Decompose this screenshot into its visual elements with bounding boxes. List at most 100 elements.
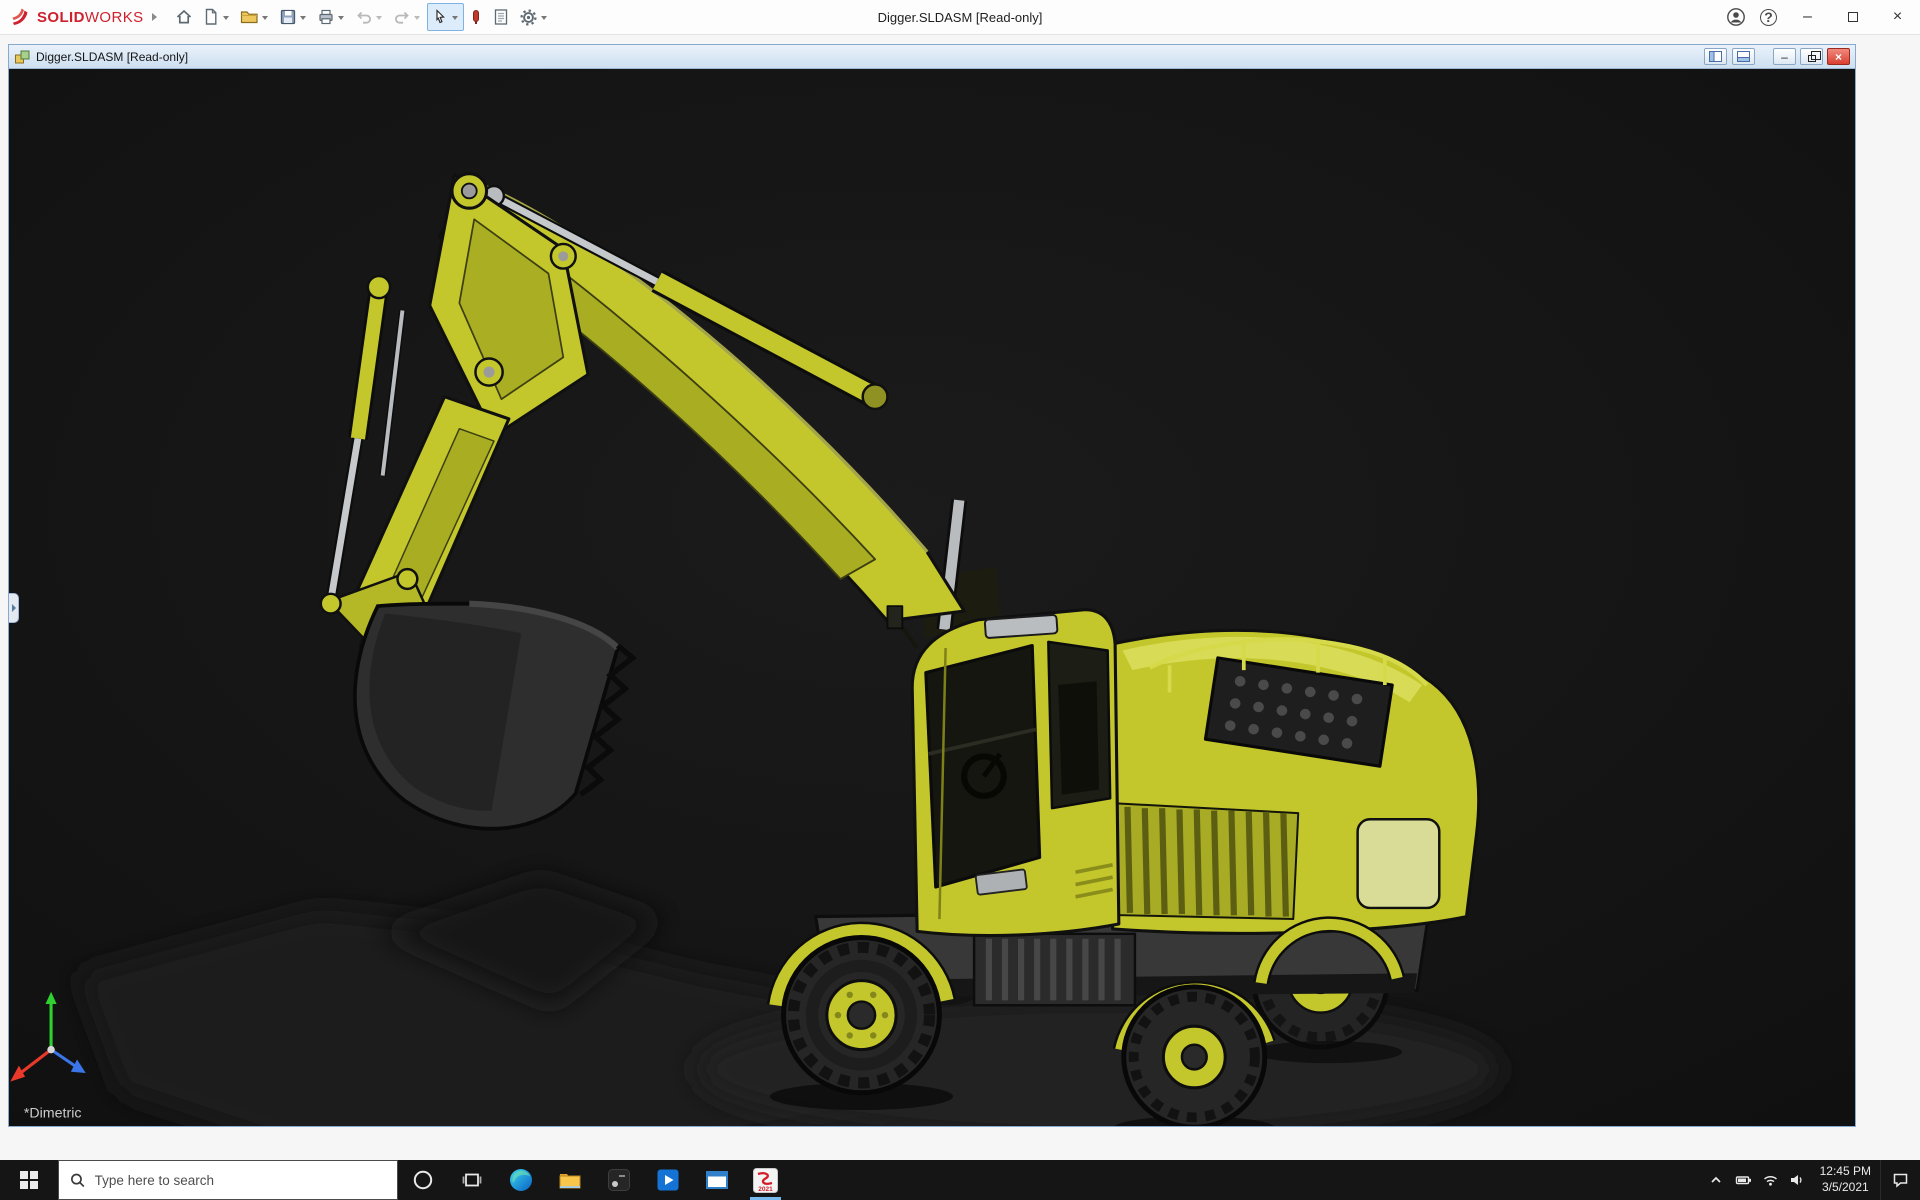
volume-control	[1784, 1160, 1811, 1200]
print-dropdown[interactable]	[338, 16, 344, 20]
action-center-button[interactable]	[1880, 1160, 1920, 1200]
graphics-viewport[interactable]: *Dimetric	[9, 69, 1855, 1126]
clock-time: 12:45 PM	[1820, 1164, 1871, 1180]
print-button[interactable]	[313, 3, 350, 31]
open-button[interactable]	[236, 3, 274, 31]
options-button[interactable]	[515, 3, 553, 31]
mdi-area: Digger.SLDASM [Read-only]	[0, 35, 1920, 1160]
restore-icon	[1808, 55, 1816, 62]
minimize-button[interactable]: –	[1785, 0, 1830, 34]
document-close-button[interactable]: ×	[1827, 48, 1850, 65]
document-titlebar[interactable]: Digger.SLDASM [Read-only]	[9, 45, 1855, 69]
window-app-icon	[704, 1167, 730, 1193]
dark-app-button[interactable]	[594, 1160, 643, 1200]
search-input[interactable]	[95, 1173, 386, 1188]
excavator-3d-model[interactable]: *Dimetric	[9, 69, 1855, 1126]
help-icon: ?	[1760, 9, 1777, 26]
media-app-button[interactable]	[643, 1160, 692, 1200]
redo-button[interactable]	[389, 3, 426, 31]
solidworks-badge: 2021	[758, 1186, 773, 1193]
document-title: Digger.SLDASM [Read-only]	[36, 50, 188, 64]
engine-compartment[interactable]	[1068, 630, 1479, 933]
taskbar-clock[interactable]: 12:45 PM 3/5/2021	[1811, 1160, 1880, 1200]
select-tool-dropdown[interactable]	[452, 16, 458, 20]
document-window: Digger.SLDASM [Read-only]	[8, 44, 1856, 1127]
quick-access-toolbar	[171, 3, 553, 31]
account-button[interactable]	[1719, 0, 1752, 34]
pane-buttons	[1704, 48, 1755, 65]
brand-works: WORKS	[85, 9, 144, 26]
options-dropdown[interactable]	[541, 16, 547, 20]
file-properties-button[interactable]	[488, 3, 514, 31]
file-properties-icon	[492, 8, 510, 26]
mirror	[887, 606, 902, 628]
view-orientation-label: *Dimetric	[24, 1105, 82, 1121]
battery-icon	[1735, 1173, 1752, 1187]
toolbar-expand-arrow-icon[interactable]	[152, 13, 157, 21]
task-view-icon	[461, 1169, 483, 1191]
home-icon	[175, 8, 193, 26]
flyout-arrow-icon	[12, 604, 16, 612]
solidworks-logo[interactable]: SOLIDWORKS	[0, 6, 148, 28]
document-minimize-button[interactable]: –	[1773, 48, 1796, 65]
left-pane-button[interactable]	[1704, 48, 1727, 65]
titlebar-right-controls: ? – ×	[1719, 0, 1920, 34]
maximize-icon	[1848, 12, 1858, 22]
undo-dropdown[interactable]	[376, 16, 382, 20]
save-button[interactable]	[275, 3, 312, 31]
media-app-icon	[655, 1167, 681, 1193]
touch-pen-button[interactable]	[465, 3, 487, 31]
solidworks-taskbar-button[interactable]: 2021	[741, 1160, 790, 1200]
save-dropdown[interactable]	[300, 16, 306, 20]
left-pane-icon	[1709, 51, 1722, 62]
wheel-rear-near[interactable]	[1124, 987, 1265, 1126]
new-document-dropdown[interactable]	[223, 16, 229, 20]
select-tool-button[interactable]	[427, 3, 464, 31]
notification-icon	[1892, 1172, 1909, 1188]
taskbar-search[interactable]	[58, 1160, 398, 1200]
help-button[interactable]: ?	[1752, 0, 1785, 34]
cortana-button[interactable]	[398, 1160, 447, 1200]
bottom-pane-button[interactable]	[1732, 48, 1755, 65]
roof-panel	[985, 615, 1058, 638]
new-document-button[interactable]	[198, 3, 235, 31]
edge-button[interactable]	[496, 1160, 545, 1200]
speaker-icon	[1789, 1173, 1805, 1187]
redo-icon	[393, 8, 411, 26]
account-icon	[1726, 7, 1746, 27]
select-arrow-icon	[431, 8, 449, 26]
open-folder-icon	[240, 8, 259, 26]
open-dropdown[interactable]	[262, 16, 268, 20]
window-app-button[interactable]	[692, 1160, 741, 1200]
cab[interactable]	[887, 606, 1118, 935]
chevron-up-icon	[1709, 1173, 1723, 1187]
wheel-front-left[interactable]	[784, 938, 940, 1093]
assembly-document-icon	[14, 49, 30, 65]
edge-icon	[508, 1167, 534, 1193]
task-view-button[interactable]	[447, 1160, 496, 1200]
windows-taskbar: 2021 12:4	[0, 1160, 1920, 1200]
touch-pen-icon	[469, 8, 483, 26]
undo-icon	[355, 8, 373, 26]
battery-status[interactable]	[1730, 1160, 1757, 1200]
close-button[interactable]: ×	[1875, 0, 1920, 34]
window-title: Digger.SLDASM [Read-only]	[878, 10, 1043, 25]
network-status[interactable]	[1757, 1160, 1784, 1200]
solidworks-logo-icon	[10, 6, 32, 28]
redo-dropdown[interactable]	[414, 16, 420, 20]
rear-panel	[1358, 819, 1440, 908]
brand-solid: SOLID	[37, 9, 85, 26]
document-restore-button[interactable]	[1800, 48, 1823, 65]
save-icon	[279, 8, 297, 26]
featuremanager-flyout-tab[interactable]	[9, 593, 19, 623]
tray-expand-button[interactable]	[1703, 1160, 1730, 1200]
undo-button[interactable]	[351, 3, 388, 31]
bottom-pane-icon	[1737, 51, 1750, 62]
document-window-controls: – ×	[1704, 48, 1850, 65]
brand-text: SOLIDWORKS	[37, 9, 144, 26]
start-button[interactable]	[0, 1160, 58, 1200]
home-button[interactable]	[171, 3, 197, 31]
seat	[1058, 681, 1099, 794]
maximize-button[interactable]	[1830, 0, 1875, 34]
file-explorer-button[interactable]	[545, 1160, 594, 1200]
